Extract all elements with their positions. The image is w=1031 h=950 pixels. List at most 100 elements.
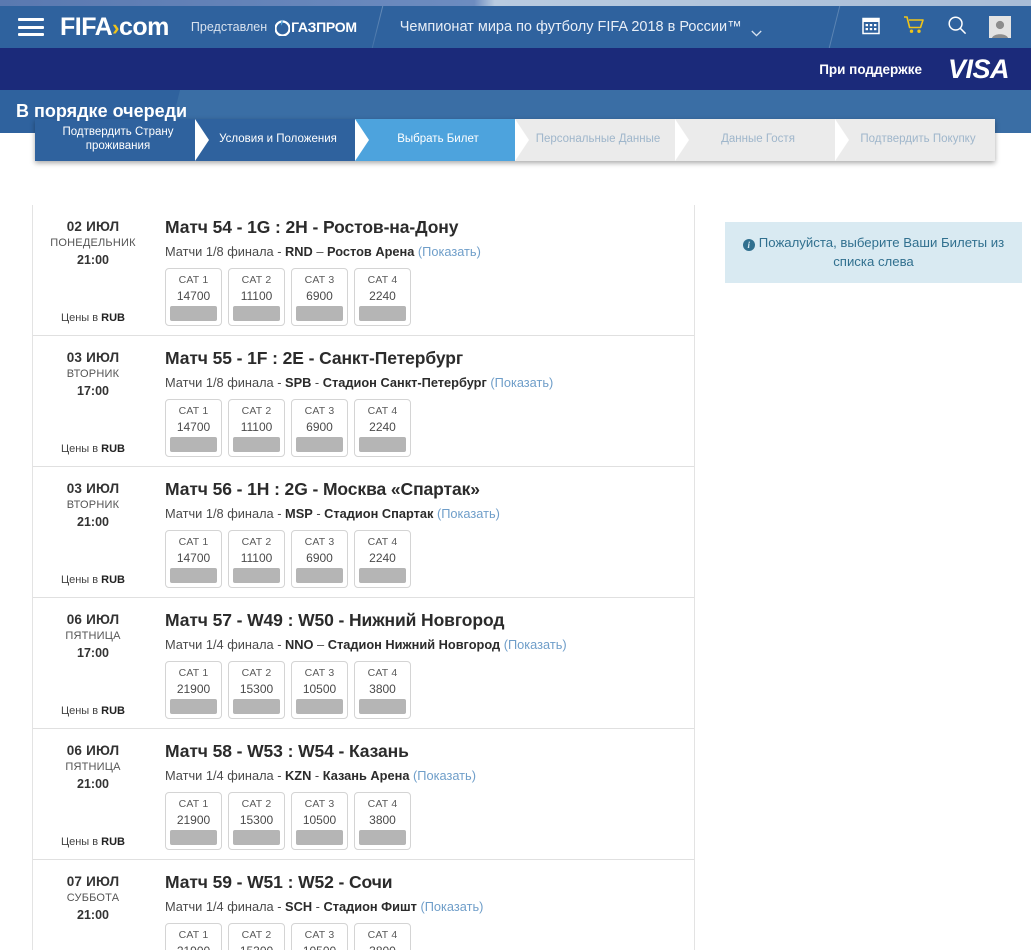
ticket-category-box[interactable]: CAT 3 6900 xyxy=(291,399,348,457)
cart-icon[interactable] xyxy=(903,15,925,40)
ticket-category-box[interactable]: CAT 2 11100 xyxy=(228,399,285,457)
match-row: 02 ИЮЛ ПОНЕДЕЛЬНИК 21:00 Цены в RUB Матч 54 … xyxy=(33,205,694,336)
ticket-quantity-selector[interactable] xyxy=(359,568,406,583)
match-details: Матч 56 - 1H : 2G - Москва «Спартак» Матч… xyxy=(153,477,694,588)
match-subtitle: Матчи 1/4 финала - KZN - Казань Арена (П… xyxy=(165,768,686,783)
ticket-category-box[interactable]: CAT 1 21900 xyxy=(165,792,222,850)
ticket-category-price: 10500 xyxy=(302,813,337,827)
hamburger-menu-icon[interactable] xyxy=(18,18,44,36)
ticket-category-box[interactable]: CAT 2 11100 xyxy=(228,530,285,588)
venue-code: RND xyxy=(285,244,313,259)
show-venue-link[interactable]: (Показать) xyxy=(418,244,481,259)
ticket-quantity-selector[interactable] xyxy=(170,830,217,845)
ticket-quantity-selector[interactable] xyxy=(296,306,343,321)
ticket-category-box[interactable]: CAT 3 6900 xyxy=(291,530,348,588)
ticket-quantity-selector[interactable] xyxy=(170,568,217,583)
ticket-category-name: CAT 1 xyxy=(178,405,209,417)
venue-separator: - xyxy=(312,506,325,521)
calendar-icon[interactable] xyxy=(861,15,881,40)
fifa-logo[interactable]: FIFA›com xyxy=(60,14,169,40)
ticket-category-box[interactable]: CAT 2 15300 xyxy=(228,923,285,950)
stepper-step-label: Подтвердить Страну проживания xyxy=(62,126,174,152)
ticket-category-name: CAT 3 xyxy=(304,536,335,548)
ticket-category-box[interactable]: CAT 4 2240 xyxy=(354,530,411,588)
match-weekday: ВТОРНИК xyxy=(66,499,120,511)
ticket-category-box[interactable]: CAT 2 15300 xyxy=(228,792,285,850)
ticket-category-box[interactable]: CAT 1 14700 xyxy=(165,399,222,457)
match-subtitle: Матчи 1/8 финала - MSP - Стадион Спартак… xyxy=(165,506,686,521)
ticket-quantity-selector[interactable] xyxy=(170,437,217,452)
ticket-category-price: 6900 xyxy=(306,289,333,303)
tournament-selector[interactable]: Чемпионат мира по футболу FIFA 2018 в Ро… xyxy=(400,19,762,37)
stepper-step-6[interactable]: Подтвердить Покупку xyxy=(835,119,995,161)
ticket-category-box[interactable]: CAT 1 21900 xyxy=(165,661,222,719)
ticket-quantity-selector[interactable] xyxy=(359,437,406,452)
ticket-category-box[interactable]: CAT 2 11100 xyxy=(228,268,285,326)
ticket-category-box[interactable]: CAT 3 10500 xyxy=(291,661,348,719)
ticket-quantity-selector[interactable] xyxy=(170,306,217,321)
show-venue-link[interactable]: (Показать) xyxy=(413,768,476,783)
ticket-quantity-selector[interactable] xyxy=(233,830,280,845)
gazprom-flame-icon xyxy=(275,19,291,36)
match-time: 21:00 xyxy=(77,908,109,922)
show-venue-link[interactable]: (Показать) xyxy=(504,637,567,652)
ticket-category-row: CAT 1 14700 CAT 2 11100 CAT 3 6900 CAT 4 2240 xyxy=(165,268,686,326)
ticket-quantity-selector[interactable] xyxy=(359,699,406,714)
ticket-category-name: CAT 3 xyxy=(304,405,335,417)
ticket-category-box[interactable]: CAT 3 10500 xyxy=(291,923,348,950)
ticket-quantity-selector[interactable] xyxy=(233,437,280,452)
ticket-category-price: 15300 xyxy=(239,813,274,827)
match-weekday: СУББОТА xyxy=(66,892,120,904)
ticket-category-price: 21900 xyxy=(176,813,211,827)
stepper-step-4[interactable]: Персональные Данные xyxy=(515,119,688,161)
ticket-category-name: CAT 4 xyxy=(367,929,398,941)
stepper-step-3[interactable]: Выбрать Билет xyxy=(355,119,528,161)
ticket-quantity-selector[interactable] xyxy=(296,830,343,845)
match-details: Матч 55 - 1F : 2E - Санкт-Петербург Матчи… xyxy=(153,346,694,457)
show-venue-link[interactable]: (Показать) xyxy=(437,506,500,521)
ticket-quantity-selector[interactable] xyxy=(359,306,406,321)
ticket-category-box[interactable]: CAT 2 15300 xyxy=(228,661,285,719)
match-date-column: 07 ИЮЛСУББОТА21:00Цены в RUB xyxy=(33,870,153,950)
venue-name: Стадион Нижний Новгород xyxy=(327,637,501,652)
currency-code: RUB xyxy=(101,836,126,848)
stepper-step-1[interactable]: Подтвердить Страну проживания xyxy=(35,119,208,161)
ticket-quantity-selector[interactable] xyxy=(296,568,343,583)
ticket-category-box[interactable]: CAT 4 2240 xyxy=(354,268,411,326)
ticket-category-box[interactable]: CAT 4 3800 xyxy=(354,792,411,850)
ticket-quantity-selector[interactable] xyxy=(233,699,280,714)
ticket-quantity-selector[interactable] xyxy=(296,437,343,452)
match-title: Матч 59 - W51 : W52 - Сочи xyxy=(165,872,393,892)
ticket-category-box[interactable]: CAT 1 21900 xyxy=(165,923,222,950)
ticket-category-price: 14700 xyxy=(176,420,211,434)
ticket-category-name: CAT 2 xyxy=(241,667,272,679)
ticket-quantity-selector[interactable] xyxy=(233,306,280,321)
match-date: 06 ИЮЛ xyxy=(66,743,120,758)
match-date-column: 06 ИЮЛ ПЯТНИЦА 17:00 Цены в RUB xyxy=(33,608,153,719)
ticket-category-box[interactable]: CAT 1 14700 xyxy=(165,268,222,326)
checkout-stepper-wrap: Подтвердить Страну проживания Условия и П… xyxy=(0,119,1031,205)
ticket-category-box[interactable]: CAT 3 10500 xyxy=(291,792,348,850)
ticket-category-price: 6900 xyxy=(306,551,333,565)
search-icon[interactable] xyxy=(947,15,967,40)
ticket-quantity-selector[interactable] xyxy=(359,830,406,845)
ticket-category-price: 15300 xyxy=(240,944,273,950)
stepper-step-2[interactable]: Условия и Положения xyxy=(195,119,368,161)
ticket-quantity-selector[interactable] xyxy=(170,699,217,714)
ticket-category-box[interactable]: CAT 4 3800 xyxy=(354,923,411,950)
ticket-category-box[interactable]: CAT 4 3800 xyxy=(354,661,411,719)
ticket-category-box[interactable]: CAT 1 14700 xyxy=(165,530,222,588)
ticket-category-name: CAT 1 xyxy=(178,667,209,679)
match-time: 21:00 xyxy=(77,777,109,791)
account-avatar-icon[interactable] xyxy=(989,16,1011,38)
ticket-category-box[interactable]: CAT 3 6900 xyxy=(291,268,348,326)
ticket-quantity-selector[interactable] xyxy=(233,568,280,583)
gazprom-sponsor-logo[interactable]: ГАЗПРОМ xyxy=(275,19,357,36)
show-venue-link[interactable]: (Показать) xyxy=(490,375,553,390)
ticket-category-box[interactable]: CAT 4 2240 xyxy=(354,399,411,457)
ticket-quantity-selector[interactable] xyxy=(296,699,343,714)
info-message-box: i Пожалуйста, выберите Ваши Билеты из спи… xyxy=(725,222,1022,284)
stepper-step-5[interactable]: Данные Гостя xyxy=(675,119,848,161)
show-venue-link[interactable]: (Показать) xyxy=(420,899,483,914)
venue-name: Казань Арена xyxy=(322,768,410,783)
